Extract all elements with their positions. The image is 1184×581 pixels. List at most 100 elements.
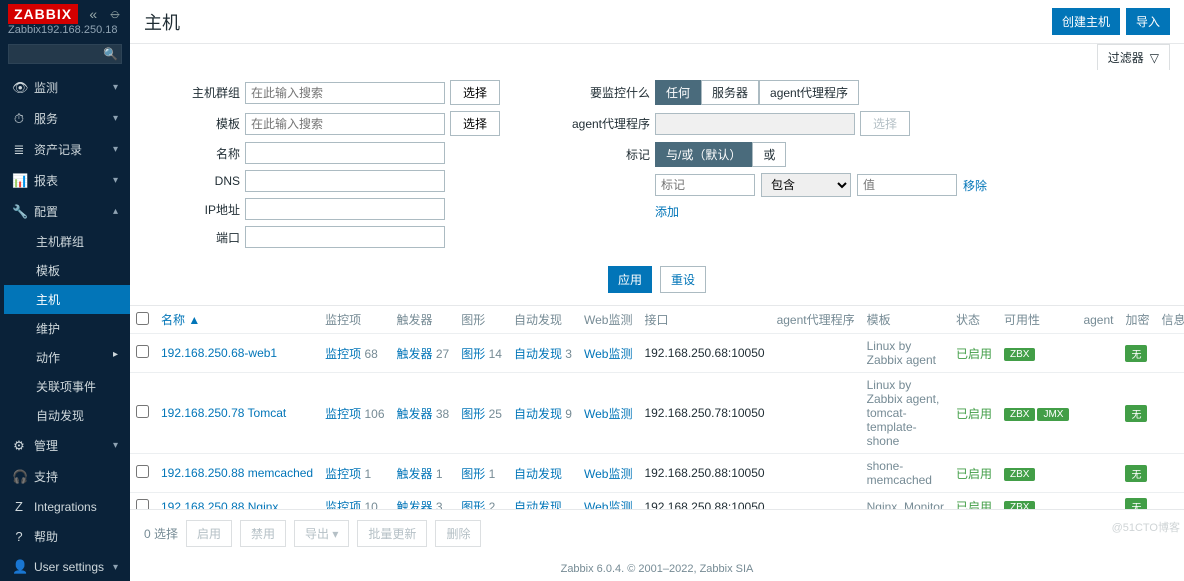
bulk-delete[interactable]: 删除 bbox=[435, 520, 481, 547]
import-button[interactable]: 导入 bbox=[1126, 8, 1170, 35]
nav-config[interactable]: 🔧配置▴ bbox=[0, 196, 130, 227]
th-info[interactable]: 信息 bbox=[1156, 306, 1184, 334]
template-select-button[interactable]: 选择 bbox=[450, 111, 500, 136]
check-all[interactable] bbox=[136, 312, 149, 325]
status-link[interactable]: 已启用 bbox=[956, 500, 992, 509]
th-encryption[interactable]: 加密 bbox=[1119, 306, 1155, 334]
status-link[interactable]: 已启用 bbox=[956, 407, 992, 421]
nav-sub-hostgroups[interactable]: 主机群组 bbox=[4, 227, 130, 256]
web-link[interactable]: Web监测 bbox=[584, 500, 632, 509]
tag-op-select[interactable]: 包含 bbox=[761, 173, 851, 197]
search-icon[interactable]: 🔍 bbox=[103, 47, 118, 61]
host-link[interactable]: 192.168.250.78 Tomcat bbox=[161, 406, 286, 420]
name-input[interactable] bbox=[245, 142, 445, 164]
nav-inventory[interactable]: ≣资产记录▾ bbox=[0, 134, 130, 165]
th-agent[interactable]: agent bbox=[1077, 306, 1119, 334]
collapse-icon[interactable]: « bbox=[89, 6, 97, 22]
seg-server[interactable]: 服务器 bbox=[701, 80, 759, 105]
row-check[interactable] bbox=[136, 465, 149, 478]
tag-val-input[interactable] bbox=[857, 174, 957, 196]
graphs-link[interactable]: 图形 bbox=[461, 467, 485, 481]
th-template[interactable]: 模板 bbox=[861, 306, 950, 334]
create-host-button[interactable]: 创建主机 bbox=[1052, 8, 1120, 35]
nav-sub-maintenance[interactable]: 维护 bbox=[4, 314, 130, 343]
th-web[interactable]: Web监测 bbox=[578, 306, 638, 334]
hosts-table: 名称 ▲ 监控项 触发器 图形 自动发现 Web监测 接口 agent代理程序 … bbox=[130, 306, 1184, 509]
triggers-link[interactable]: 触发器 bbox=[397, 467, 433, 481]
th-interface[interactable]: 接口 bbox=[638, 306, 770, 334]
bulk-enable[interactable]: 启用 bbox=[186, 520, 232, 547]
ip-input[interactable] bbox=[245, 198, 445, 220]
discovery-link[interactable]: 自动发现 bbox=[514, 347, 562, 361]
items-link[interactable]: 监控项 bbox=[325, 467, 361, 481]
items-link[interactable]: 监控项 bbox=[325, 407, 361, 421]
triggers-link[interactable]: 触发器 bbox=[397, 407, 433, 421]
row-check[interactable] bbox=[136, 499, 149, 510]
host-link[interactable]: 192.168.250.88 memcached bbox=[161, 466, 313, 480]
bulk-export[interactable]: 导出 ▾ bbox=[294, 520, 349, 547]
graphs-link[interactable]: 图形 bbox=[461, 500, 485, 509]
nav-sub-actions[interactable]: 动作▸ bbox=[4, 343, 130, 372]
th-triggers[interactable]: 触发器 bbox=[391, 306, 456, 334]
bulk-massupdate[interactable]: 批量更新 bbox=[357, 520, 427, 547]
discovery-link[interactable]: 自动发现 bbox=[514, 500, 562, 509]
nav-services[interactable]: ⏱服务▾ bbox=[0, 103, 130, 134]
filter-tab[interactable]: 过滤器 ▽ bbox=[1097, 44, 1170, 70]
seg-andor[interactable]: 与/或（默认） bbox=[655, 142, 752, 167]
template-input[interactable] bbox=[245, 113, 445, 135]
seg-any[interactable]: 任何 bbox=[655, 80, 701, 105]
dns-input[interactable] bbox=[245, 170, 445, 192]
bulk-disable[interactable]: 禁用 bbox=[240, 520, 286, 547]
nav-monitor[interactable]: 👁监测▾ bbox=[0, 72, 130, 103]
tag-key-input[interactable] bbox=[655, 174, 755, 196]
graphs-link[interactable]: 图形 bbox=[461, 347, 485, 361]
cell-availability: ZBXJMX bbox=[998, 373, 1077, 454]
bulk-actions: 0 选择 启用 禁用 导出 ▾ 批量更新 删除 bbox=[130, 509, 1184, 557]
tag-add-link[interactable]: 添加 bbox=[655, 205, 679, 219]
nav-sub-templates[interactable]: 模板 bbox=[4, 256, 130, 285]
th-availability[interactable]: 可用性 bbox=[998, 306, 1077, 334]
discovery-link[interactable]: 自动发现 bbox=[514, 467, 562, 481]
hostgroup-input[interactable] bbox=[245, 82, 445, 104]
apply-button[interactable]: 应用 bbox=[608, 266, 652, 293]
th-status[interactable]: 状态 bbox=[950, 306, 998, 334]
nav-support[interactable]: 🎧支持 bbox=[0, 461, 130, 492]
nav-help[interactable]: ?帮助 bbox=[0, 521, 130, 552]
host-link[interactable]: 192.168.250.88 Nginx bbox=[161, 500, 278, 510]
seg-proxy[interactable]: agent代理程序 bbox=[759, 80, 859, 105]
triggers-link[interactable]: 触发器 bbox=[397, 347, 433, 361]
row-check[interactable] bbox=[136, 345, 149, 358]
row-check[interactable] bbox=[136, 405, 149, 418]
th-proxy[interactable]: agent代理程序 bbox=[771, 306, 861, 334]
nav-admin[interactable]: ⚙管理▾ bbox=[0, 430, 130, 461]
seg-or[interactable]: 或 bbox=[752, 142, 786, 167]
table-row: 192.168.250.68-web1 监控项 68 触发器 27 图形 14 … bbox=[130, 334, 1184, 373]
web-link[interactable]: Web监测 bbox=[584, 467, 632, 481]
th-discovery[interactable]: 自动发现 bbox=[508, 306, 578, 334]
host-link[interactable]: 192.168.250.68-web1 bbox=[161, 346, 277, 360]
nav-sub-correlation[interactable]: 关联项事件 bbox=[4, 372, 130, 401]
status-link[interactable]: 已启用 bbox=[956, 467, 992, 481]
hostgroup-select-button[interactable]: 选择 bbox=[450, 80, 500, 105]
web-link[interactable]: Web监测 bbox=[584, 407, 632, 421]
triggers-link[interactable]: 触发器 bbox=[397, 500, 433, 509]
nav-integrations[interactable]: ZIntegrations bbox=[0, 492, 130, 521]
web-link[interactable]: Web监测 bbox=[584, 347, 632, 361]
th-items[interactable]: 监控项 bbox=[319, 306, 390, 334]
graphs-link[interactable]: 图形 bbox=[461, 407, 485, 421]
nav-user[interactable]: 👤User settings▾ bbox=[0, 552, 130, 581]
nav-sub-hosts[interactable]: 主机 bbox=[4, 285, 130, 314]
reset-button[interactable]: 重设 bbox=[660, 266, 706, 293]
port-input[interactable] bbox=[245, 226, 445, 248]
hide-icon[interactable]: ⦵ bbox=[109, 5, 122, 23]
items-link[interactable]: 监控项 bbox=[325, 347, 361, 361]
th-graphs[interactable]: 图形 bbox=[455, 306, 508, 334]
status-link[interactable]: 已启用 bbox=[956, 347, 992, 361]
items-link[interactable]: 监控项 bbox=[325, 500, 361, 509]
nav-sub-discovery[interactable]: 自动发现 bbox=[4, 401, 130, 430]
th-name[interactable]: 名称 ▲ bbox=[155, 306, 319, 334]
discovery-link[interactable]: 自动发现 bbox=[514, 407, 562, 421]
nav-reports[interactable]: 📊报表▾ bbox=[0, 165, 130, 196]
cell-proxy bbox=[771, 373, 861, 454]
tag-remove-link[interactable]: 移除 bbox=[963, 177, 987, 194]
